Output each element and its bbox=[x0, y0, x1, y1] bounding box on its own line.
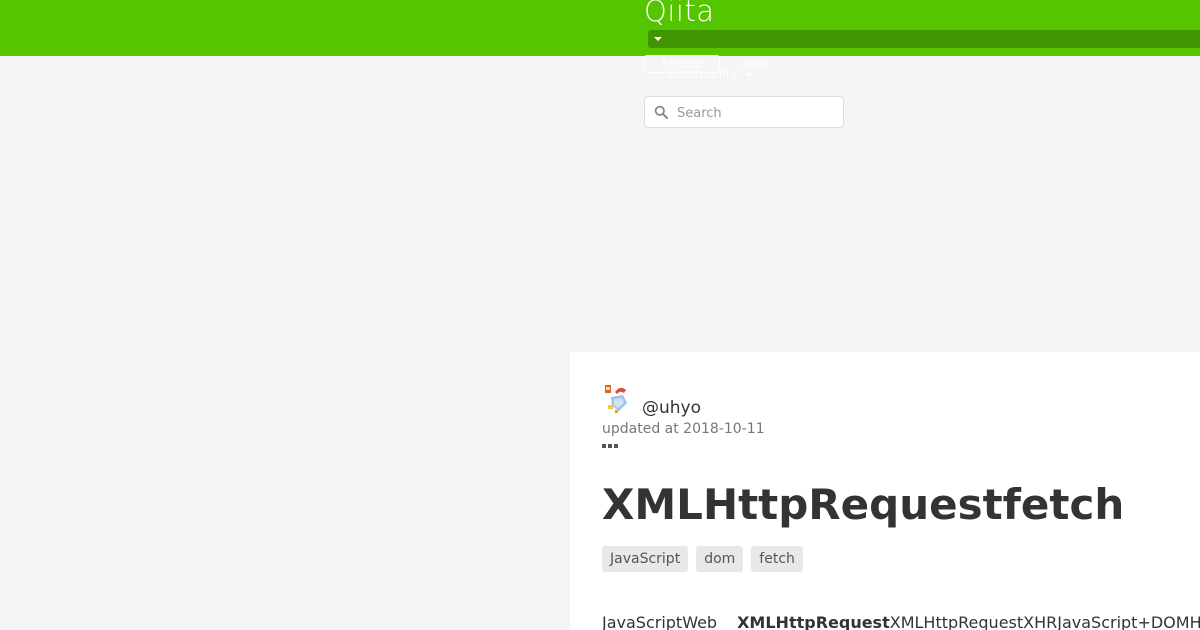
search-form[interactable] bbox=[644, 96, 844, 128]
body-text-lead: JavaScriptWeb bbox=[602, 613, 718, 630]
author-link[interactable]: @uhyo bbox=[642, 398, 701, 418]
updated-date: updated at 2018-10-11 bbox=[602, 421, 765, 437]
article-title: XMLHttpRequestfetch bbox=[602, 480, 1125, 529]
tag-javascript[interactable]: JavaScript bbox=[602, 546, 689, 572]
author-avatar[interactable] bbox=[602, 384, 632, 414]
search-input[interactable] bbox=[675, 102, 839, 124]
page: Qiita Signup Community Login @uhyo updat… bbox=[0, 0, 1200, 630]
tag-list: JavaScript dom fetch bbox=[602, 546, 803, 572]
body-text-rest: XMLHttpRequestXHRJavaScript+DOMH bbox=[889, 613, 1200, 630]
article-card: @uhyo updated at 2018-10-11 XMLHttpReque… bbox=[570, 352, 1200, 630]
login-link[interactable]: Login bbox=[737, 57, 769, 71]
body-text-bold: XMLHttpRequest bbox=[737, 613, 890, 630]
tag-dom[interactable]: dom bbox=[696, 546, 744, 572]
qiita-logo[interactable]: Qiita bbox=[644, 0, 715, 28]
article-body: JavaScriptWeb XMLHttpRequestXMLHttpReques… bbox=[602, 613, 1200, 630]
search-icon bbox=[654, 105, 668, 119]
global-header: Qiita Signup Community Login bbox=[0, 0, 1200, 81]
more-options-icon[interactable] bbox=[602, 442, 618, 450]
caret-down-icon[interactable] bbox=[654, 37, 662, 41]
community-menu-label[interactable]: Community bbox=[668, 67, 737, 81]
community-dropdown-bar[interactable] bbox=[648, 30, 1200, 48]
community-caret-icon[interactable] bbox=[745, 73, 753, 77]
tag-fetch[interactable]: fetch bbox=[751, 546, 803, 572]
